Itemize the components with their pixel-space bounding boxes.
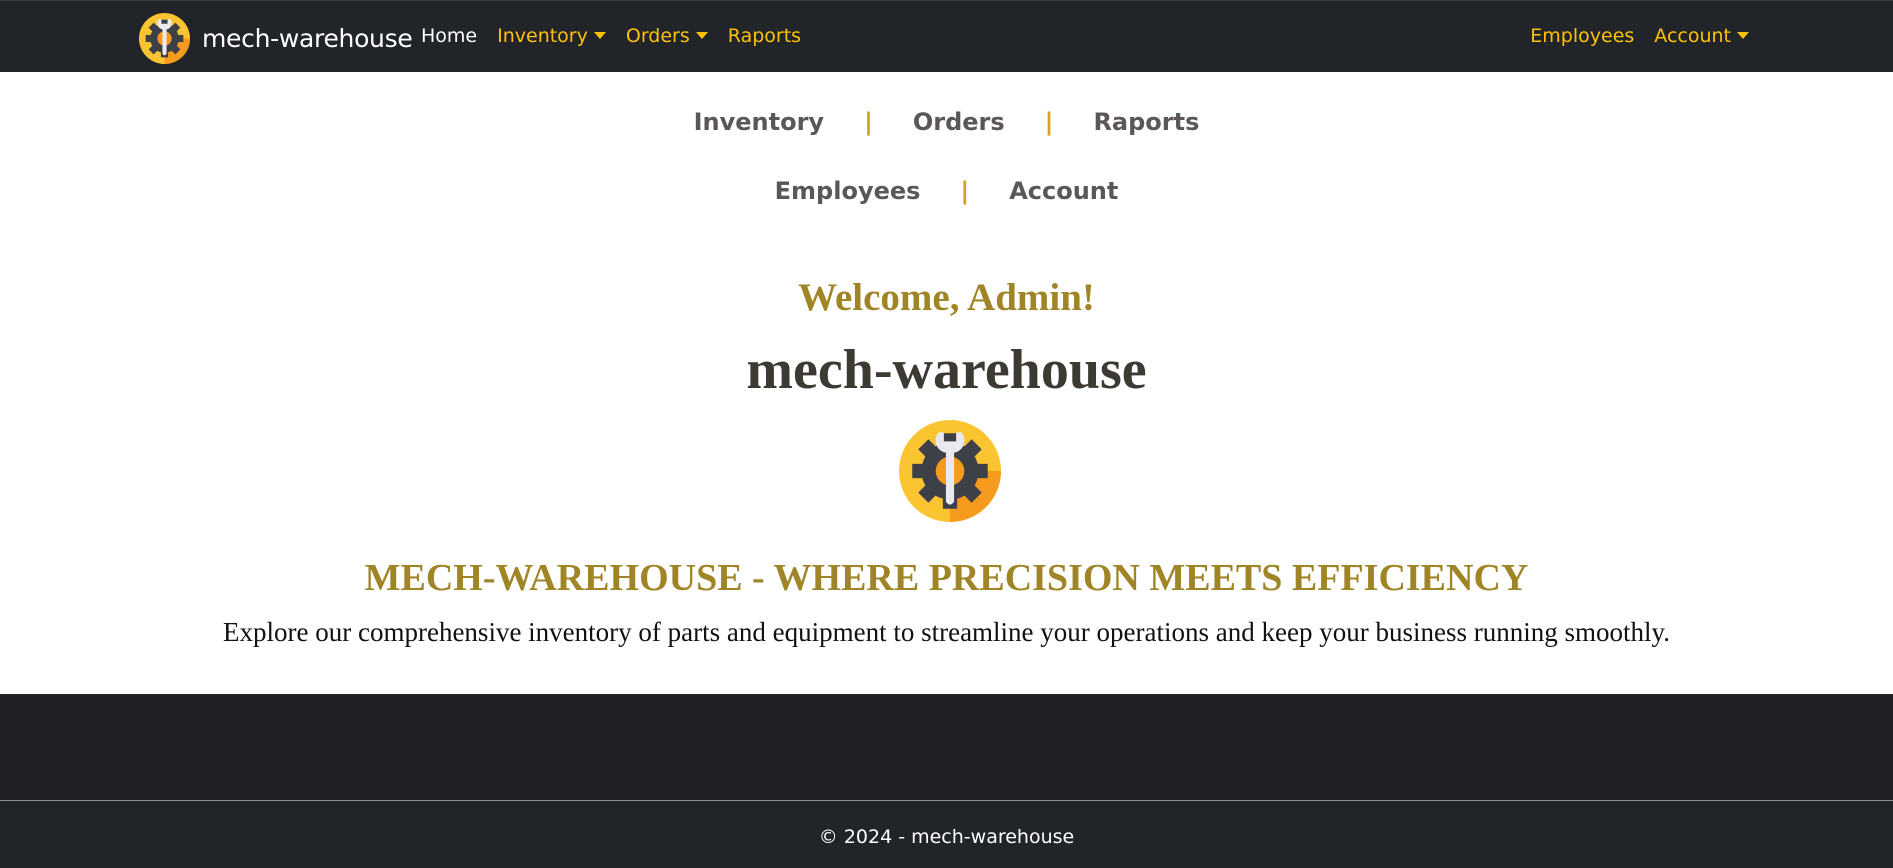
nav-orders-dropdown[interactable]: Orders <box>626 25 708 47</box>
quick-links-row-1: Inventory | Orders | Raports <box>0 108 1893 136</box>
copyright-text: © 2024 - mech-warehouse <box>818 826 1075 848</box>
quick-link-orders[interactable]: Orders <box>913 108 1005 136</box>
nav-account-dropdown[interactable]: Account <box>1654 25 1749 47</box>
link-separator: | <box>864 108 873 136</box>
nav-account-label: Account <box>1654 25 1731 47</box>
dark-band <box>0 694 1893 800</box>
nav-inventory-dropdown[interactable]: Inventory <box>497 25 606 47</box>
hero-description: Explore our comprehensive inventory of p… <box>223 617 1670 647</box>
nav-left-menu: Home Inventory Orders Raports <box>421 25 801 47</box>
quick-links-row-2: Employees | Account <box>0 177 1893 205</box>
site-title: mech-warehouse <box>746 339 1147 401</box>
quick-link-account[interactable]: Account <box>1009 177 1118 205</box>
caret-down-icon <box>695 31 708 39</box>
nav-raports-label: Raports <box>727 25 802 47</box>
nav-home-label: Home <box>421 25 478 47</box>
caret-down-icon <box>593 31 606 39</box>
top-navbar: mech-warehouse Home Inventory Orders Rap… <box>0 0 1893 72</box>
footer: © 2024 - mech-warehouse <box>0 800 1893 868</box>
nav-raports[interactable]: Raports <box>728 25 801 47</box>
caret-down-icon <box>1737 31 1749 39</box>
nav-employees[interactable]: Employees <box>1530 25 1634 47</box>
nav-orders-label: Orders <box>625 25 690 47</box>
nav-home[interactable]: Home <box>421 25 477 47</box>
gear-wrench-icon <box>139 13 190 64</box>
quick-link-employees[interactable]: Employees <box>775 177 921 205</box>
tagline: MECH-WAREHOUSE - WHERE PRECISION MEETS E… <box>364 557 1529 599</box>
quick-link-raports[interactable]: Raports <box>1093 108 1199 136</box>
brand-link[interactable]: mech-warehouse <box>139 13 413 64</box>
link-separator: | <box>960 177 970 205</box>
nav-right-menu: Employees Account <box>1530 25 1749 47</box>
link-separator: | <box>1044 108 1054 136</box>
gear-wrench-icon <box>899 420 1001 522</box>
welcome-heading: Welcome, Admin! <box>798 276 1095 319</box>
nav-employees-label: Employees <box>1530 25 1635 47</box>
nav-inventory-label: Inventory <box>497 25 588 47</box>
brand-name: mech-warehouse <box>202 24 413 53</box>
quick-link-inventory[interactable]: Inventory <box>694 108 824 136</box>
